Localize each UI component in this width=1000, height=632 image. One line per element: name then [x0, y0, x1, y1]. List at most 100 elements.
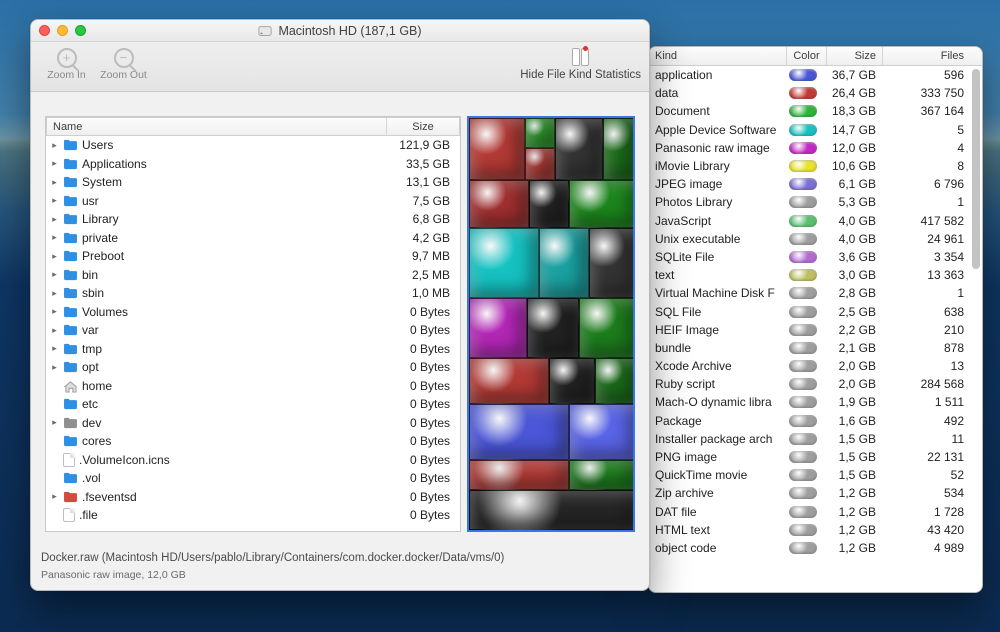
- tree-row[interactable]: .VolumeIcon.icns 0 Bytes: [46, 451, 460, 470]
- stats-row[interactable]: Unix executable 4,0 GB 24 961: [649, 230, 982, 248]
- disclosure-icon[interactable]: ▸: [50, 491, 59, 502]
- tree-row[interactable]: ▸ .fseventsd 0 Bytes: [46, 488, 460, 507]
- disclosure-icon[interactable]: ▸: [50, 251, 59, 262]
- stats-row[interactable]: Apple Device Software 14,7 GB 5: [649, 121, 982, 139]
- stats-row[interactable]: JPEG image 6,1 GB 6 796: [649, 175, 982, 193]
- disclosure-icon[interactable]: ▸: [50, 288, 59, 299]
- disclosure-icon[interactable]: ▸: [50, 232, 59, 243]
- treemap-tile[interactable]: [469, 180, 529, 228]
- disclosure-icon[interactable]: ▸: [50, 140, 59, 151]
- col-name[interactable]: Name: [47, 118, 387, 135]
- tree-row[interactable]: ▸ tmp 0 Bytes: [46, 340, 460, 359]
- titlebar[interactable]: Macintosh HD (187,1 GB): [31, 20, 649, 42]
- treemap-tile[interactable]: [469, 460, 569, 490]
- stats-row[interactable]: Xcode Archive 2,0 GB 13: [649, 357, 982, 375]
- disclosure-icon[interactable]: ▸: [50, 195, 59, 206]
- tree-row[interactable]: ▸ dev 0 Bytes: [46, 414, 460, 433]
- hide-stats-button[interactable]: Hide File Kind Statistics: [520, 46, 641, 81]
- tree-row[interactable]: ▸ usr 7,5 GB: [46, 192, 460, 211]
- tree-row[interactable]: ▸ var 0 Bytes: [46, 321, 460, 340]
- treemap-tile[interactable]: [569, 460, 635, 490]
- treemap-tile[interactable]: [555, 118, 603, 180]
- col-kind[interactable]: Kind: [649, 47, 787, 65]
- tree-row[interactable]: .vol 0 Bytes: [46, 469, 460, 488]
- tree-row[interactable]: home 0 Bytes: [46, 377, 460, 396]
- stats-row[interactable]: Panasonic raw image 12,0 GB 4: [649, 139, 982, 157]
- treemap-tile[interactable]: [569, 404, 635, 460]
- disclosure-icon[interactable]: ▸: [50, 158, 59, 169]
- stats-row[interactable]: HEIF Image 2,2 GB 210: [649, 321, 982, 339]
- stats-row[interactable]: text 3,0 GB 13 363: [649, 266, 982, 284]
- stats-row[interactable]: Virtual Machine Disk F 2,8 GB 1: [649, 284, 982, 302]
- disclosure-icon[interactable]: ▸: [50, 269, 59, 280]
- col-files[interactable]: Files: [883, 47, 982, 65]
- col-stats-size[interactable]: Size: [827, 47, 883, 65]
- stats-body[interactable]: application 36,7 GB 596data 26,4 GB 333 …: [649, 66, 982, 592]
- treemap-tile[interactable]: [527, 298, 579, 358]
- stats-row[interactable]: QuickTime movie 1,5 GB 52: [649, 466, 982, 484]
- stats-row[interactable]: DAT file 1,2 GB 1 728: [649, 503, 982, 521]
- treemap-tile[interactable]: [469, 490, 635, 530]
- treemap-tile[interactable]: [525, 148, 555, 180]
- treemap-tile[interactable]: [589, 228, 635, 298]
- stats-row[interactable]: object code 1,2 GB 4 989: [649, 539, 982, 557]
- treemap-tile[interactable]: [525, 118, 555, 148]
- disclosure-icon[interactable]: ▸: [50, 214, 59, 225]
- treemap[interactable]: [467, 116, 635, 532]
- zoom-in-button[interactable]: + Zoom In: [39, 46, 94, 81]
- stats-row[interactable]: iMovie Library 10,6 GB 8: [649, 157, 982, 175]
- tree-row[interactable]: ▸ System 13,1 GB: [46, 173, 460, 192]
- treemap-tile[interactable]: [549, 358, 595, 404]
- tree-row[interactable]: ▸ Volumes 0 Bytes: [46, 303, 460, 322]
- treemap-tile[interactable]: [595, 358, 635, 404]
- zoom-button[interactable]: [75, 25, 86, 36]
- treemap-tile[interactable]: [569, 180, 635, 228]
- treemap-tile[interactable]: [539, 228, 589, 298]
- col-size[interactable]: Size: [387, 118, 459, 135]
- treemap-tile[interactable]: [469, 358, 549, 404]
- tree-row[interactable]: ▸ bin 2,5 MB: [46, 266, 460, 285]
- tree-row[interactable]: ▸ Library 6,8 GB: [46, 210, 460, 229]
- disclosure-icon[interactable]: ▸: [50, 343, 59, 354]
- treemap-tile[interactable]: [469, 228, 539, 298]
- stats-row[interactable]: JavaScript 4,0 GB 417 582: [649, 212, 982, 230]
- treemap-tile[interactable]: [603, 118, 635, 180]
- disclosure-icon[interactable]: ▸: [50, 417, 59, 428]
- stats-row[interactable]: Ruby script 2,0 GB 284 568: [649, 375, 982, 393]
- col-color[interactable]: Color: [787, 47, 827, 65]
- disclosure-icon[interactable]: ▸: [50, 177, 59, 188]
- stats-row[interactable]: HTML text 1,2 GB 43 420: [649, 521, 982, 539]
- treemap-tile[interactable]: [579, 298, 635, 358]
- tree-row[interactable]: ▸ Preboot 9,7 MB: [46, 247, 460, 266]
- stats-row[interactable]: SQL File 2,5 GB 638: [649, 302, 982, 320]
- treemap-tile[interactable]: [469, 118, 525, 180]
- stats-row[interactable]: Package 1,6 GB 492: [649, 412, 982, 430]
- tree-row[interactable]: ▸ Applications 33,5 GB: [46, 155, 460, 174]
- tree-row[interactable]: ▸ opt 0 Bytes: [46, 358, 460, 377]
- stats-row[interactable]: PNG image 1,5 GB 22 131: [649, 448, 982, 466]
- stats-row[interactable]: Mach-O dynamic libra 1,9 GB 1 511: [649, 393, 982, 411]
- stats-row[interactable]: Document 18,3 GB 367 164: [649, 102, 982, 120]
- stats-row[interactable]: data 26,4 GB 333 750: [649, 84, 982, 102]
- tree-row[interactable]: ▸ sbin 1,0 MB: [46, 284, 460, 303]
- minimize-button[interactable]: [57, 25, 68, 36]
- tree-row[interactable]: ▸ Users 121,9 GB: [46, 136, 460, 155]
- tree-row[interactable]: ▸ private 4,2 GB: [46, 229, 460, 248]
- stats-row[interactable]: Zip archive 1,2 GB 534: [649, 484, 982, 502]
- stats-row[interactable]: application 36,7 GB 596: [649, 66, 982, 84]
- tree-row[interactable]: cores 0 Bytes: [46, 432, 460, 451]
- disclosure-icon[interactable]: ▸: [50, 362, 59, 373]
- treemap-tile[interactable]: [469, 404, 569, 460]
- stats-row[interactable]: Installer package arch 1,5 GB 11: [649, 430, 982, 448]
- stats-row[interactable]: Photos Library 5,3 GB 1: [649, 193, 982, 211]
- tree-body[interactable]: ▸ Users 121,9 GB ▸ Applications 33,5 GB …: [46, 136, 460, 531]
- scrollbar-thumb[interactable]: [972, 69, 980, 269]
- treemap-tile[interactable]: [469, 298, 527, 358]
- close-button[interactable]: [39, 25, 50, 36]
- stats-row[interactable]: bundle 2,1 GB 878: [649, 339, 982, 357]
- tree-row[interactable]: etc 0 Bytes: [46, 395, 460, 414]
- stats-row[interactable]: SQLite File 3,6 GB 3 354: [649, 248, 982, 266]
- disclosure-icon[interactable]: ▸: [50, 325, 59, 336]
- treemap-tile[interactable]: [529, 180, 569, 228]
- zoom-out-button[interactable]: − Zoom Out: [96, 46, 151, 81]
